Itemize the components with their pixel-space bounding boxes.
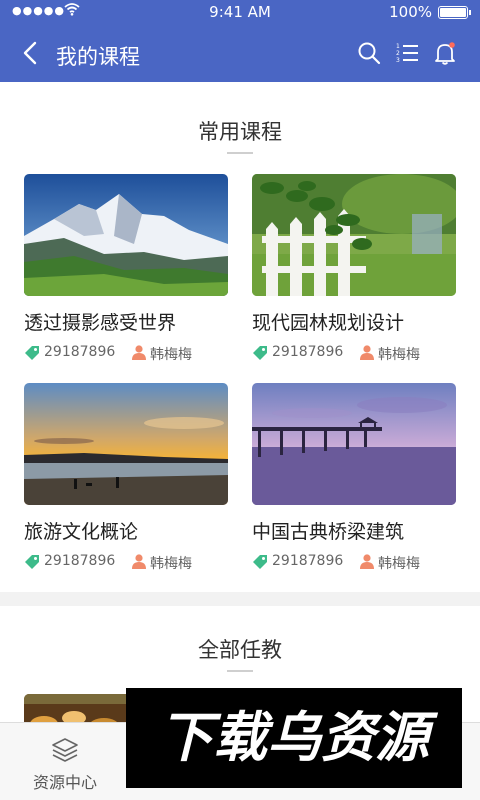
bell-icon[interactable] [432, 40, 458, 66]
teacher-name: 韩梅梅 [150, 347, 192, 363]
course-name: 旅游文化概论 [24, 521, 139, 543]
tag-icon [252, 345, 268, 361]
user-icon [360, 554, 374, 569]
page-title: 我的课程 [56, 45, 140, 69]
svg-text:下载乌资源: 下载乌资源 [159, 706, 439, 769]
frequent-courses-section: 常用课程 透过摄影感受世界 29187896 韩梅梅 现代园林规划设计 2918… [0, 82, 480, 592]
course-content[interactable]: 常用课程 透过摄影感受世界 29187896 韩梅梅 现代园林规划设计 2918… [0, 82, 480, 722]
course-meta: 29187896 韩梅梅 [252, 553, 456, 572]
user-icon [132, 554, 146, 569]
mountain-image [24, 174, 228, 296]
search-icon[interactable] [356, 40, 382, 66]
pier-image [252, 383, 456, 505]
svg-text:3: 3 [396, 57, 400, 64]
section-title: 常用课程 [198, 120, 282, 144]
watermark-logo: 下载乌资源 [126, 688, 462, 788]
list-icon[interactable]: 123 [394, 40, 420, 66]
tag-icon [24, 345, 40, 361]
teacher-name: 韩梅梅 [150, 556, 192, 572]
course-meta: 29187896 韩梅梅 [24, 344, 228, 363]
course-card[interactable]: 透过摄影感受世界 29187896 韩梅梅 [24, 174, 228, 363]
course-meta: 29187896 韩梅梅 [252, 344, 456, 363]
course-card[interactable]: 中国古典桥梁建筑 29187896 韩梅梅 [252, 383, 456, 572]
student-count: 29187896 [44, 344, 116, 360]
course-name: 现代园林规划设计 [252, 312, 405, 334]
section-title: 全部任教 [198, 638, 282, 662]
svg-text:1: 1 [396, 43, 400, 50]
nav-bar: 我的课程 123 [0, 24, 480, 82]
tab-resource-center[interactable]: 资源中心 [0, 723, 130, 800]
student-count: 29187896 [272, 553, 344, 569]
battery-percent: 100% [389, 3, 432, 21]
beach-sunset-image [24, 383, 228, 505]
student-count: 29187896 [44, 553, 116, 569]
course-meta: 29187896 韩梅梅 [24, 553, 228, 572]
svg-text:2: 2 [396, 50, 400, 57]
back-icon[interactable] [18, 40, 44, 66]
teacher-name: 韩梅梅 [378, 347, 420, 363]
student-count: 29187896 [272, 344, 344, 360]
course-card[interactable]: 现代园林规划设计 29187896 韩梅梅 [252, 174, 456, 363]
garden-fence-image [252, 174, 456, 296]
teacher-name: 韩梅梅 [378, 556, 420, 572]
battery-icon [438, 6, 471, 19]
user-icon [132, 345, 146, 360]
section-divider [227, 670, 253, 672]
course-name: 中国古典桥梁建筑 [252, 521, 405, 543]
tab-label: 资源中心 [32, 773, 97, 792]
tag-icon [252, 554, 268, 570]
status-bar: ●●●●● 9:41 AM 100% [0, 0, 480, 24]
course-name: 透过摄影感受世界 [24, 312, 177, 334]
section-divider [227, 152, 253, 154]
course-card[interactable]: 旅游文化概论 29187896 韩梅梅 [24, 383, 228, 572]
layers-icon [50, 735, 80, 765]
user-icon [360, 345, 374, 360]
tag-icon [24, 554, 40, 570]
